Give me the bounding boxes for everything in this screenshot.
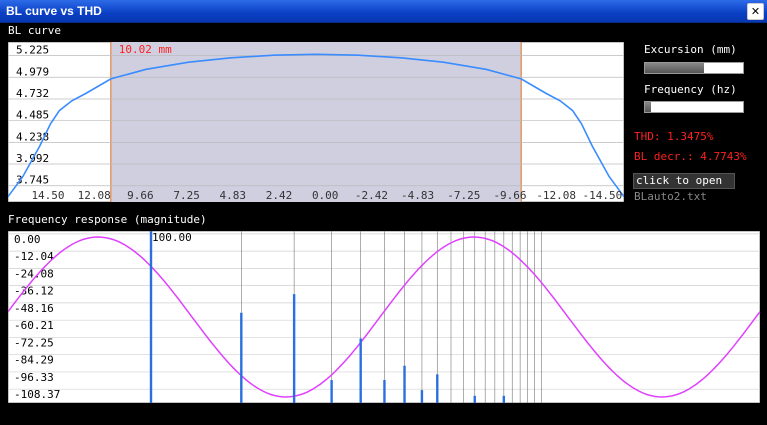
excursion-slider-fill [645, 63, 704, 73]
frequency-slider[interactable] [644, 101, 744, 113]
bl-x-tick-label: 9.66 [127, 189, 154, 202]
open-file-button[interactable]: click to open [633, 173, 735, 189]
bl-x-tick-label: -7.25 [447, 189, 480, 202]
bl-decrease-readout: BL decr.: 4.7743% [634, 150, 747, 163]
bl-x-tick-label: -14.50 [583, 189, 623, 202]
bl-shaded-range [110, 42, 522, 202]
bl-x-tick-label: -9.66 [493, 189, 526, 202]
fr-y-tick-label: -96.33 [14, 371, 54, 384]
bl-y-tick-label: 4.485 [16, 109, 49, 122]
bl-x-tick-label: -2.42 [355, 189, 388, 202]
title-bar[interactable]: BL curve vs THD ✕ [0, 0, 767, 23]
fr-y-tick-label: -48.16 [14, 302, 54, 315]
close-button[interactable]: ✕ [747, 3, 764, 20]
fr-y-tick-label: -12.04 [14, 250, 54, 263]
frequency-slider-fill [645, 102, 651, 112]
bl-y-tick-label: 5.225 [16, 44, 49, 57]
bl-x-tick-label: 14.50 [31, 189, 64, 202]
bl-range-label: 10.02 mm [119, 43, 172, 56]
bl-x-tick-label: 0.00 [312, 189, 339, 202]
bl-x-tick-label: -4.83 [401, 189, 434, 202]
fr-y-tick-label: -84.29 [14, 354, 54, 367]
close-icon: ✕ [750, 5, 761, 18]
bl-x-tick-label: 7.25 [173, 189, 200, 202]
excursion-label: Excursion (mm) [644, 43, 737, 56]
bl-x-tick-label: 4.83 [220, 189, 247, 202]
frequency-response-chart: 0.00-12.04-24.08-36.12-48.16-60.21-72.25… [8, 231, 760, 403]
bl-y-tick-label: 4.979 [16, 65, 49, 78]
status-strip [0, 404, 767, 425]
file-name: BLauto2.txt [634, 190, 707, 203]
window-title: BL curve vs THD [6, 4, 102, 18]
bl-y-tick-label: 4.732 [16, 87, 49, 100]
app-window: BL curve vs THD ✕ BL curve 10.02 mm 5.225… [0, 0, 767, 425]
fr-marker-label: 100.00 [152, 231, 192, 244]
fr-section-label: Frequency response (magnitude) [8, 213, 207, 226]
fr-y-tick-label: -72.25 [14, 336, 54, 349]
bl-x-tick-label: 12.08 [78, 189, 111, 202]
bl-x-tick-label: 2.42 [266, 189, 293, 202]
fr-y-tick-label: -108.37 [14, 388, 60, 401]
thd-readout: THD: 1.3475% [634, 130, 714, 143]
frequency-label: Frequency (hz) [644, 83, 737, 96]
fr-y-tick-label: 0.00 [14, 233, 41, 246]
fr-plot-background [8, 231, 760, 403]
bl-x-tick-label: -12.08 [536, 189, 576, 202]
excursion-slider[interactable] [644, 62, 744, 74]
bl-section-label: BL curve [8, 24, 61, 37]
fr-y-tick-label: -60.21 [14, 319, 54, 332]
bl-curve-chart: 10.02 mm5.2254.9794.7324.4854.2383.9923.… [8, 42, 624, 202]
